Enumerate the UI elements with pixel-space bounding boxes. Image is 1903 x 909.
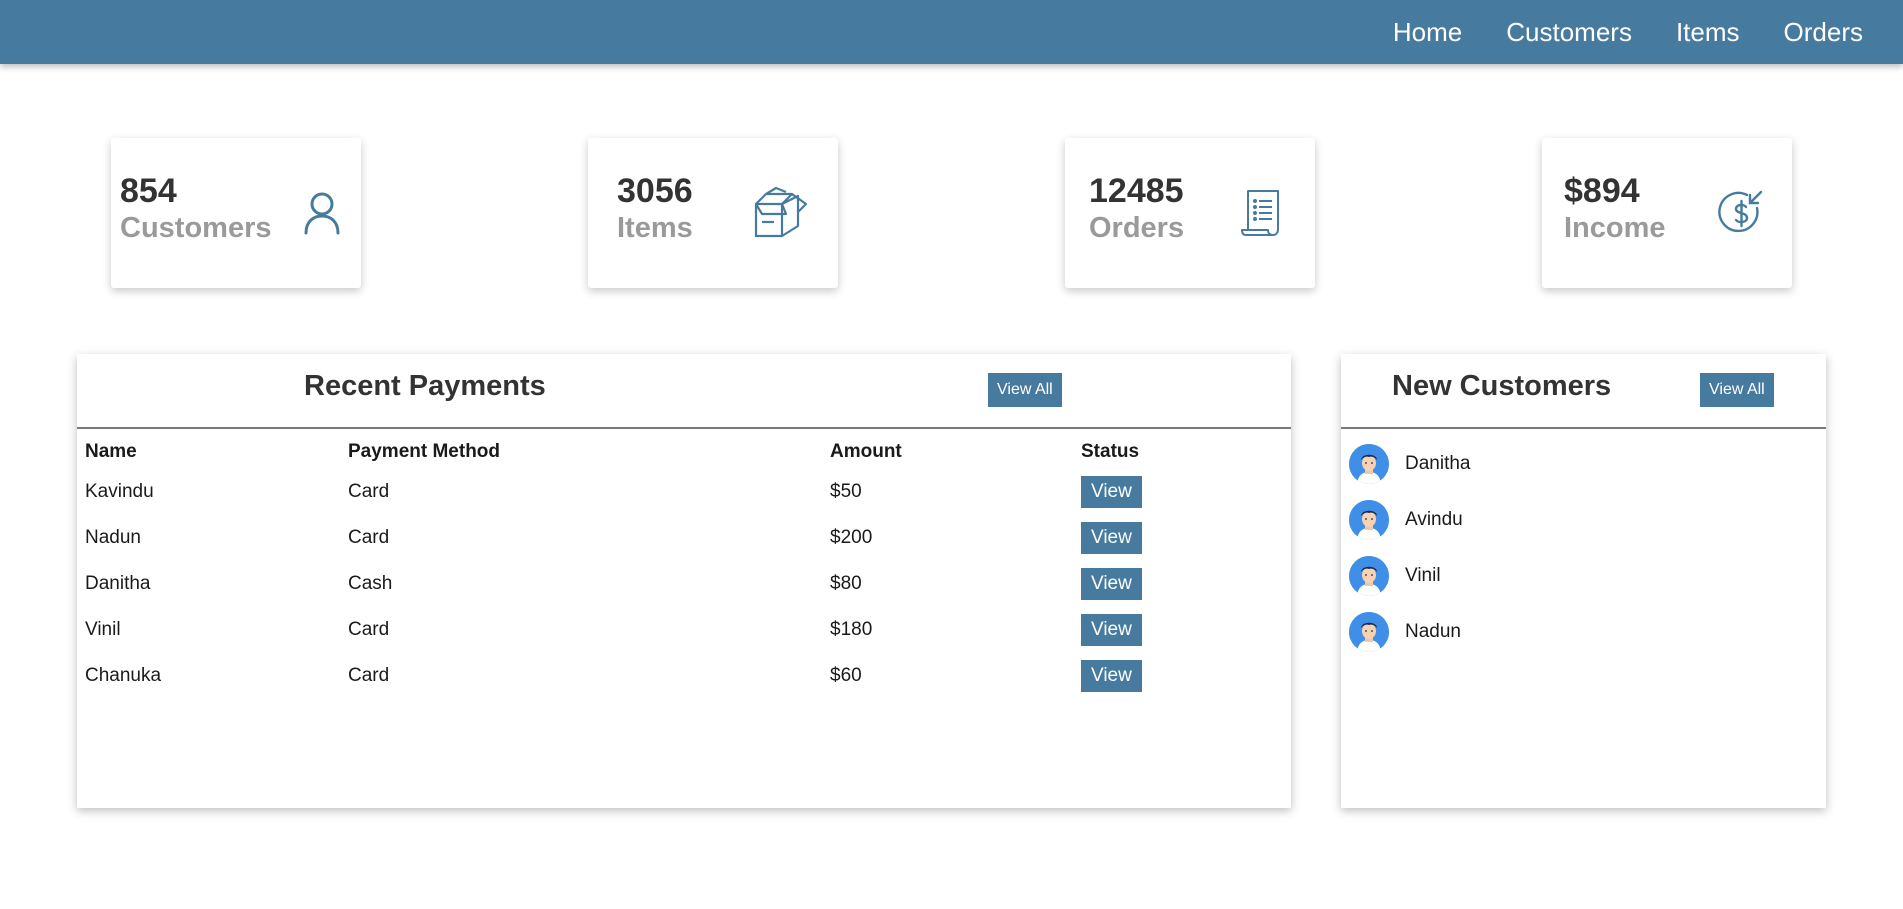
income-icon [1717, 188, 1767, 238]
cell-name: Vinil [85, 619, 121, 640]
customer-name: Vinil [1405, 565, 1441, 586]
user-icon [297, 188, 347, 238]
box-icon [752, 186, 810, 240]
cell-name: Nadun [85, 527, 141, 548]
stat-value: 12485 [1089, 172, 1184, 210]
view-button[interactable]: View [1081, 476, 1142, 508]
view-all-customers-button[interactable]: View All [1700, 373, 1774, 407]
receipt-icon [1240, 187, 1284, 239]
view-button[interactable]: View [1081, 522, 1142, 554]
stat-label: Customers [120, 212, 272, 244]
list-item[interactable]: Nadun [1341, 604, 1826, 660]
stat-value: 3056 [617, 172, 693, 210]
column-header-name: Name [85, 441, 137, 462]
stat-card-customers: 854 Customers [111, 138, 361, 288]
nav-links: Home Customers Items Orders [1349, 0, 1863, 64]
payments-table: Name Payment Method Amount Status Kavind… [85, 435, 1281, 699]
view-button[interactable]: View [1081, 660, 1142, 692]
avatar [1349, 612, 1389, 652]
nav-link-customers[interactable]: Customers [1506, 17, 1632, 48]
stat-label: Orders [1089, 212, 1185, 244]
table-header-row: Name Payment Method Amount Status [85, 435, 1281, 469]
panel-title: Recent Payments [304, 370, 546, 402]
cell-method: Card [348, 527, 390, 548]
customer-name: Danitha [1405, 453, 1471, 474]
cell-method: Cash [348, 573, 393, 594]
cell-name: Danitha [85, 573, 151, 594]
table-row: Vinil Card $180 View [85, 607, 1281, 653]
stat-card-items: 3056 Items [588, 138, 838, 288]
new-customers-panel: New Customers View All Danitha Avindu Vi… [1341, 354, 1826, 808]
table-row: Nadun Card $200 View [85, 515, 1281, 561]
recent-payments-panel: Recent Payments View All Name Payment Me… [77, 354, 1291, 808]
cell-status: View [1081, 653, 1281, 699]
cell-amount: $50 [830, 481, 862, 502]
cell-status: View [1081, 561, 1281, 607]
column-header-status: Status [1081, 441, 1140, 462]
stat-card-income: $894 Income [1542, 138, 1792, 288]
panel-title: New Customers [1392, 370, 1612, 402]
table-row: Kavindu Card $50 View [85, 469, 1281, 515]
panel-header: Recent Payments View All [77, 354, 1291, 429]
table-row: Danitha Cash $80 View [85, 561, 1281, 607]
cell-amount: $80 [830, 573, 862, 594]
nav-link-orders[interactable]: Orders [1784, 17, 1863, 48]
stat-label: Items [617, 212, 693, 244]
cell-status: View [1081, 515, 1281, 561]
cell-amount: $60 [830, 665, 862, 686]
avatar [1349, 500, 1389, 540]
nav-link-home[interactable]: Home [1393, 17, 1462, 48]
customer-name: Nadun [1405, 621, 1461, 642]
avatar [1349, 556, 1389, 596]
avatar [1349, 444, 1389, 484]
cell-method: Card [348, 619, 390, 640]
stat-value: $894 [1564, 172, 1640, 210]
cell-method: Card [348, 481, 390, 502]
list-item[interactable]: Vinil [1341, 548, 1826, 604]
cell-amount: $200 [830, 527, 873, 548]
list-item[interactable]: Avindu [1341, 492, 1826, 548]
stat-label: Income [1564, 212, 1666, 244]
view-button[interactable]: View [1081, 568, 1142, 600]
cell-name: Chanuka [85, 665, 162, 686]
stat-card-orders: 12485 Orders [1065, 138, 1315, 288]
column-header-amount: Amount [830, 441, 902, 462]
list-item[interactable]: Danitha [1341, 436, 1826, 492]
customer-name: Avindu [1405, 509, 1463, 530]
cell-amount: $180 [830, 619, 873, 640]
customer-list: Danitha Avindu Vinil Nadun [1341, 436, 1826, 660]
table-row: Chanuka Card $60 View [85, 653, 1281, 699]
cell-name: Kavindu [85, 481, 154, 502]
top-navbar: Home Customers Items Orders [0, 0, 1903, 64]
cell-status: View [1081, 607, 1281, 653]
cell-method: Card [348, 665, 390, 686]
stat-value: 854 [120, 172, 177, 210]
column-header-payment-method: Payment Method [348, 441, 501, 462]
panel-header: New Customers View All [1341, 354, 1826, 429]
view-button[interactable]: View [1081, 614, 1142, 646]
cell-status: View [1081, 469, 1281, 515]
nav-link-items[interactable]: Items [1676, 17, 1740, 48]
view-all-payments-button[interactable]: View All [988, 373, 1062, 407]
